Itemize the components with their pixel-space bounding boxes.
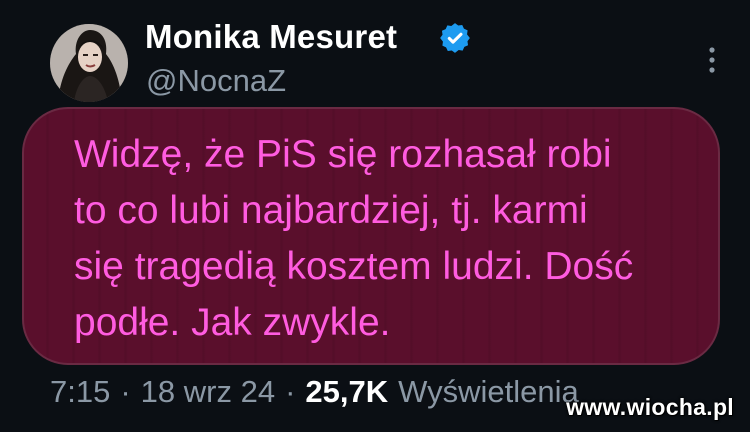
- author-name[interactable]: Monika Mesuret: [145, 18, 397, 56]
- author-handle[interactable]: @NocnaZ: [146, 63, 286, 99]
- views-label: Wyświetlenia: [398, 374, 579, 409]
- tweet-text-card: Widzę, że PiS się rozhasał robi to co lu…: [22, 107, 720, 365]
- avatar[interactable]: [50, 24, 128, 102]
- meta-separator: ·: [120, 374, 131, 409]
- tweet-date[interactable]: 18 wrz 24: [141, 374, 275, 410]
- avatar-photo: [50, 24, 128, 102]
- watermark: www.wiocha.pl: [566, 394, 734, 420]
- meta-separator: ·: [285, 374, 296, 409]
- more-vertical-icon[interactable]: [700, 40, 724, 80]
- tweet-time[interactable]: 7:15: [50, 374, 110, 410]
- tweet-text: Widzę, że PiS się rozhasał robi to co lu…: [74, 133, 634, 344]
- verified-badge-icon: [440, 23, 470, 53]
- views-count: 25,7K: [305, 374, 389, 409]
- tweet-meta: 7:15 · 18 wrz 24 · 25,7K Wyświetlenia: [50, 372, 579, 412]
